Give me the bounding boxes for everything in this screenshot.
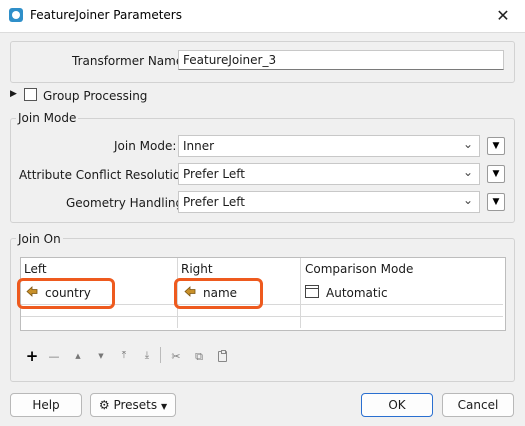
join-mode-select[interactable]: Inner ⌄: [178, 135, 480, 157]
paste-icon[interactable]: [218, 350, 227, 362]
add-row-button[interactable]: +: [24, 349, 40, 364]
highlight-left-attribute: [17, 278, 115, 309]
column-header-right[interactable]: Right: [181, 262, 213, 276]
chevron-down-icon: ⌄: [462, 165, 473, 179]
cut-button[interactable]: ✂: [168, 350, 184, 363]
group-processing-checkbox[interactable]: [24, 88, 37, 101]
close-button[interactable]: ✕: [486, 2, 520, 30]
transformer-name-input[interactable]: FeatureJoiner_3: [178, 50, 504, 70]
conflict-resolution-select[interactable]: Prefer Left ⌄: [178, 163, 480, 185]
geometry-handling-menu-button[interactable]: ▼: [487, 193, 505, 211]
remove-row-button[interactable]: —: [46, 350, 62, 363]
geometry-handling-select[interactable]: Prefer Left ⌄: [178, 191, 480, 213]
move-to-top-button[interactable]: ⤒: [116, 350, 132, 361]
transformer-name-label: Transformer Name:: [72, 54, 188, 68]
column-header-left[interactable]: Left: [24, 262, 47, 276]
cancel-button[interactable]: Cancel: [442, 393, 514, 417]
geometry-handling-label: Geometry Handling:: [66, 196, 188, 210]
join-mode-menu-button[interactable]: ▼: [487, 137, 505, 155]
presets-label: Presets: [113, 398, 158, 412]
comparison-mode-cell[interactable]: Automatic: [326, 286, 388, 300]
chevron-down-icon: ⌄: [462, 193, 473, 207]
toolbar-divider: [160, 347, 161, 363]
move-to-bottom-button[interactable]: ⤓: [139, 350, 155, 361]
highlight-right-attribute: [174, 278, 263, 309]
conflict-resolution-value: Prefer Left: [183, 167, 246, 181]
gear-icon: ⚙: [98, 398, 110, 412]
presets-button[interactable]: ⚙ Presets ▼: [90, 393, 176, 417]
join-mode-group-title: Join Mode: [16, 111, 79, 125]
move-up-button[interactable]: ▲: [70, 352, 86, 360]
join-mode-value: Inner: [183, 139, 215, 153]
title-bar: FeatureJoiner Parameters ✕: [0, 0, 525, 32]
app-icon: [9, 8, 23, 22]
conflict-resolution-label: Attribute Conflict Resolution:: [19, 168, 192, 182]
join-on-group-title: Join On: [16, 232, 63, 246]
window-title: FeatureJoiner Parameters: [30, 8, 182, 22]
row-divider: [21, 316, 503, 317]
group-processing-label: Group Processing: [43, 89, 148, 103]
conflict-resolution-menu-button[interactable]: ▼: [487, 165, 505, 183]
join-mode-label: Join Mode:: [114, 139, 177, 153]
column-divider: [300, 258, 301, 328]
group-processing-expander-icon[interactable]: ▶: [10, 89, 17, 99]
move-down-button[interactable]: ▼: [93, 352, 109, 360]
comparison-mode-icon: [305, 285, 319, 298]
caret-down-icon: ▼: [160, 402, 168, 411]
ok-button[interactable]: OK: [361, 393, 433, 417]
column-header-comparison-mode[interactable]: Comparison Mode: [305, 262, 413, 276]
geometry-handling-value: Prefer Left: [183, 195, 246, 209]
chevron-down-icon: ⌄: [462, 137, 473, 151]
help-button[interactable]: Help: [10, 393, 82, 417]
copy-button[interactable]: ⧉: [191, 350, 207, 364]
